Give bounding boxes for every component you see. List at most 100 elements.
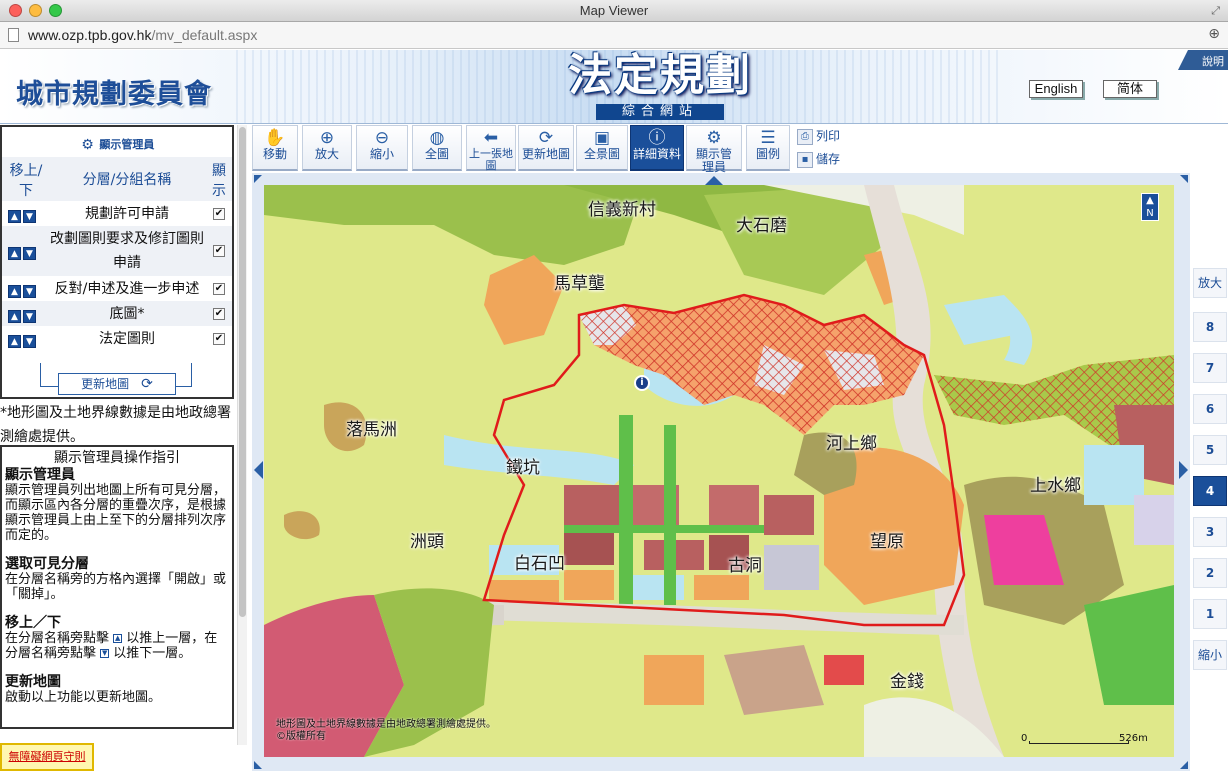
scrollbar-thumb[interactable] [239, 127, 246, 617]
save-button[interactable]: ▪ 儲存 [797, 150, 840, 172]
pan-northwest-icon[interactable] [254, 175, 262, 183]
move-down-icon[interactable]: ▼ [23, 247, 36, 260]
col-show-header: 顯示 [212, 163, 226, 199]
guide-heading: 選取可見分層 [5, 556, 89, 572]
place-label: 金錢 [890, 672, 924, 692]
print-button[interactable]: ⎙ 列印 [797, 127, 840, 149]
site-header: 城市規劃委員會 法定規劃 綜合網站 說明 English 简体 [0, 50, 1228, 124]
save-icon: ▪ [797, 151, 813, 168]
zoom-in-button[interactable]: 放大 [1193, 268, 1227, 298]
tool-refresh-map[interactable]: ⟳ 更新地圖 [518, 125, 574, 171]
move-down-icon[interactable]: ▼ [23, 209, 36, 223]
legend-icon: ☰ [760, 128, 776, 148]
info-icon: ⓘ [648, 128, 666, 148]
refresh-icon: ⟳ [538, 128, 554, 148]
tpb-logo[interactable]: 城市規劃委員會 [16, 72, 212, 111]
map-canvas[interactable]: 信義新村 大石磨 馬草壟 落馬洲 河上鄉 鐵坑 上水鄉 洲頭 白石凹 古洞 望原… [264, 185, 1174, 757]
layer-visible-checkbox[interactable]: ✔ [213, 282, 225, 295]
zoom-level-2[interactable]: 2 [1193, 558, 1227, 588]
layer-name: 底圖* [109, 305, 145, 322]
display-manager-title: ⚙ 顯示管理員 [81, 137, 155, 153]
move-up-icon[interactable]: ▲ [8, 284, 21, 298]
place-label: 鐵坑 [506, 458, 540, 478]
zoom-out-button[interactable]: 縮小 [1193, 640, 1227, 670]
address-bar[interactable]: www.ozp.tpb.gov.hk/mv_default.aspx ⊕ [0, 22, 1228, 49]
move-up-icon[interactable]: ▲ [8, 334, 21, 348]
refresh-icon: ⟳ [141, 376, 153, 392]
window-title: Map Viewer [579, 3, 649, 18]
zoom-level-6[interactable]: 6 [1193, 394, 1227, 424]
display-manager-guide: 顯示管理員操作指引 顯示管理員 顯示管理員列出地圖上所有可見分層，而顯示區內各分… [0, 445, 234, 729]
layer-visible-checkbox[interactable]: ✔ [213, 332, 225, 345]
fullscreen-icon[interactable]: ⤢ [1211, 4, 1220, 18]
printer-icon: ⎙ [797, 128, 813, 145]
update-map-button[interactable]: 更新地圖 ⟳ [58, 373, 176, 395]
url-text[interactable]: www.ozp.tpb.gov.hk/mv_default.aspx [28, 27, 257, 43]
url-path: /mv_default.aspx [151, 27, 258, 43]
zoom-level-5[interactable]: 5 [1193, 435, 1227, 465]
guide-body: 啟動以上功能以更新地圖。 [5, 690, 162, 705]
zoom-level-8[interactable]: 8 [1193, 312, 1227, 342]
tool-pan[interactable]: ✋ 移動 [252, 125, 298, 171]
pan-northeast-icon[interactable] [1180, 175, 1188, 183]
pan-west-icon[interactable] [254, 461, 263, 479]
place-label: 落馬洲 [346, 420, 397, 440]
move-up-icon[interactable]: ▲ [8, 209, 21, 223]
site-title: 法定規劃 [568, 50, 752, 101]
tool-zoom-in[interactable]: ⊕ 放大 [302, 125, 352, 171]
map-toolbar: ✋ 移動 ⊕ 放大 ⊖ 縮小 ◍ 全圖 ⬅ 上一張地圖 ⟳ 更新地圖 ▣ 全景圖 ⓘ 詳細資料 … [252, 125, 1190, 174]
left-panel-scrollbar[interactable] [237, 125, 247, 745]
pan-southeast-icon[interactable] [1180, 761, 1188, 769]
tool-previous-map[interactable]: ⬅ 上一張地圖 [466, 125, 516, 172]
zoom-level-3[interactable]: 3 [1193, 517, 1227, 547]
pan-north-icon[interactable] [705, 176, 723, 185]
guide-heading: 顯示管理員 [5, 467, 75, 483]
pan-east-icon[interactable] [1179, 461, 1188, 479]
browser-window: Map Viewer ⤢ www.ozp.tpb.gov.hk/mv_defau… [0, 0, 1228, 771]
place-label: 大石磨 [736, 216, 787, 236]
title-bar: Map Viewer ⤢ [0, 0, 1228, 22]
info-marker-icon[interactable]: i [634, 375, 650, 391]
help-link[interactable]: 說明 [1178, 50, 1228, 70]
update-map-control: 更新地圖 ⟳ [40, 363, 192, 395]
zoom-in-icon: ⊕ [319, 128, 335, 148]
zoom-level-7[interactable]: 7 [1193, 353, 1227, 383]
place-label: 信義新村 [588, 200, 656, 220]
place-label: 古洞 [728, 556, 762, 576]
display-manager: ⚙ 顯示管理員 移上/下 分層/分組名稱 顯示 ▲ ▼ 規劃許可申請 ✔ ▲ ▼ 改… [0, 125, 234, 399]
zoom-level-4[interactable]: 4 [1193, 476, 1227, 506]
tool-identify[interactable]: ⓘ 詳細資料 [630, 125, 684, 171]
pan-southwest-icon[interactable] [254, 761, 262, 769]
accessibility-link[interactable]: 無障礙網頁守則 [0, 743, 94, 771]
data-source-note: *地形圖及土地界線數據是由地政總署測繪處提供。 [0, 405, 231, 445]
zoom-level-1[interactable]: 1 [1193, 599, 1227, 629]
layer-name: 法定圖則 [99, 330, 155, 347]
tool-zoom-out[interactable]: ⊖ 縮小 [356, 125, 408, 171]
simplified-chinese-button[interactable]: 简体 [1103, 80, 1157, 98]
layer-name: 反對/申述及進一步申述 [54, 280, 200, 297]
tool-display-manager[interactable]: ⚙ 顯示管理員 [686, 125, 742, 174]
ozp-logo[interactable]: 法定規劃 綜合網站 [568, 52, 752, 120]
left-panel: ⚙ 顯示管理員 移上/下 分層/分組名稱 顯示 ▲ ▼ 規劃許可申請 ✔ ▲ ▼ 改… [0, 125, 247, 771]
guide-body: 在分層名稱旁點擊 ▲ 以推上一層，在分層名稱旁點擊 ▼ 以推下一層。 [5, 631, 218, 661]
move-down-icon[interactable]: ▼ [23, 309, 36, 323]
overview-icon: ▣ [593, 128, 611, 148]
move-up-mini-icon: ▲ [113, 634, 123, 643]
place-label: 白石凹 [514, 554, 565, 574]
layer-visible-checkbox[interactable]: ✔ [213, 207, 225, 220]
english-button[interactable]: English [1029, 80, 1083, 98]
layer-visible-checkbox[interactable]: ✔ [213, 307, 225, 320]
move-down-mini-icon: ▼ [100, 649, 110, 658]
guide-heading: 移上／下 [5, 615, 61, 631]
tool-overview[interactable]: ▣ 全景圖 [576, 125, 628, 171]
tool-legend[interactable]: ☰ 圖例 [746, 125, 790, 171]
place-label: 望原 [870, 532, 904, 552]
move-down-icon[interactable]: ▼ [23, 334, 36, 348]
layer-visible-checkbox[interactable]: ✔ [213, 245, 225, 257]
tool-full-extent[interactable]: ◍ 全圖 [412, 125, 462, 171]
page-zoom-icon[interactable]: ⊕ [1208, 26, 1220, 42]
place-label: 馬草壟 [554, 274, 605, 294]
move-down-icon[interactable]: ▼ [23, 284, 36, 298]
move-up-icon[interactable]: ▲ [8, 247, 21, 260]
move-up-icon[interactable]: ▲ [8, 309, 21, 323]
